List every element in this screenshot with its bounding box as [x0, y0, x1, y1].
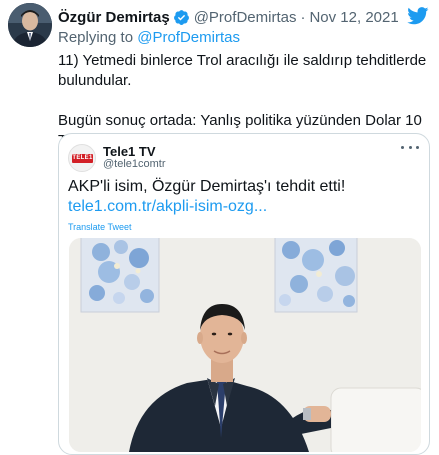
- quoted-author-name[interactable]: Tele1 TV: [103, 144, 156, 159]
- more-dot: [416, 145, 419, 149]
- author-avatar-image: [8, 3, 52, 47]
- photo-image: [69, 238, 421, 452]
- tele1-logo: TELE1: [72, 154, 93, 163]
- author-avatar[interactable]: [8, 3, 52, 47]
- right-painting: [274, 238, 358, 313]
- reply-context: Replying to @ProfDemirtas: [58, 29, 240, 46]
- translate-tweet-link[interactable]: Translate Tweet: [68, 222, 132, 232]
- author-name[interactable]: Özgür Demirtaş: [58, 9, 170, 26]
- twitter-bird-icon[interactable]: [407, 7, 429, 25]
- tweet-header: Özgür Demirtaş @ProfDemirtas · Nov 12, 2…: [58, 8, 399, 26]
- tweet-card[interactable]: Özgür Demirtaş @ProfDemirtas · Nov 12, 2…: [0, 0, 439, 455]
- chair: [330, 387, 421, 452]
- reply-prefix: Replying to: [58, 29, 138, 46]
- quoted-author-handle[interactable]: @tele1comtr: [103, 158, 166, 170]
- tweet-date[interactable]: Nov 12, 2021: [309, 9, 398, 26]
- quoted-tweet-card[interactable]: TELE1 Tele1 TV @tele1comtr AKP'li isim, …: [58, 133, 430, 455]
- quoted-tweet-photo[interactable]: [69, 238, 421, 452]
- more-dot: [401, 145, 404, 149]
- quoted-tweet-link[interactable]: tele1.com.tr/akpli-isim-ozg...: [68, 197, 418, 217]
- quoted-tweet-text: AKP'li isim, Özgür Demirtaş'ı tehdit ett…: [68, 178, 346, 195]
- more-options-icon[interactable]: [401, 142, 419, 152]
- quoted-author-avatar[interactable]: TELE1: [68, 144, 96, 172]
- left-painting: [80, 238, 160, 313]
- more-dot: [408, 145, 412, 149]
- separator-dot: ·: [300, 8, 306, 26]
- reply-handle-link[interactable]: @ProfDemirtas: [137, 29, 240, 46]
- verified-badge-icon: [173, 9, 190, 26]
- tweet-text-line-1: 11) Yetmedi binlerce Trol aracılığı ile …: [58, 52, 427, 89]
- author-handle[interactable]: @ProfDemirtas: [194, 9, 297, 26]
